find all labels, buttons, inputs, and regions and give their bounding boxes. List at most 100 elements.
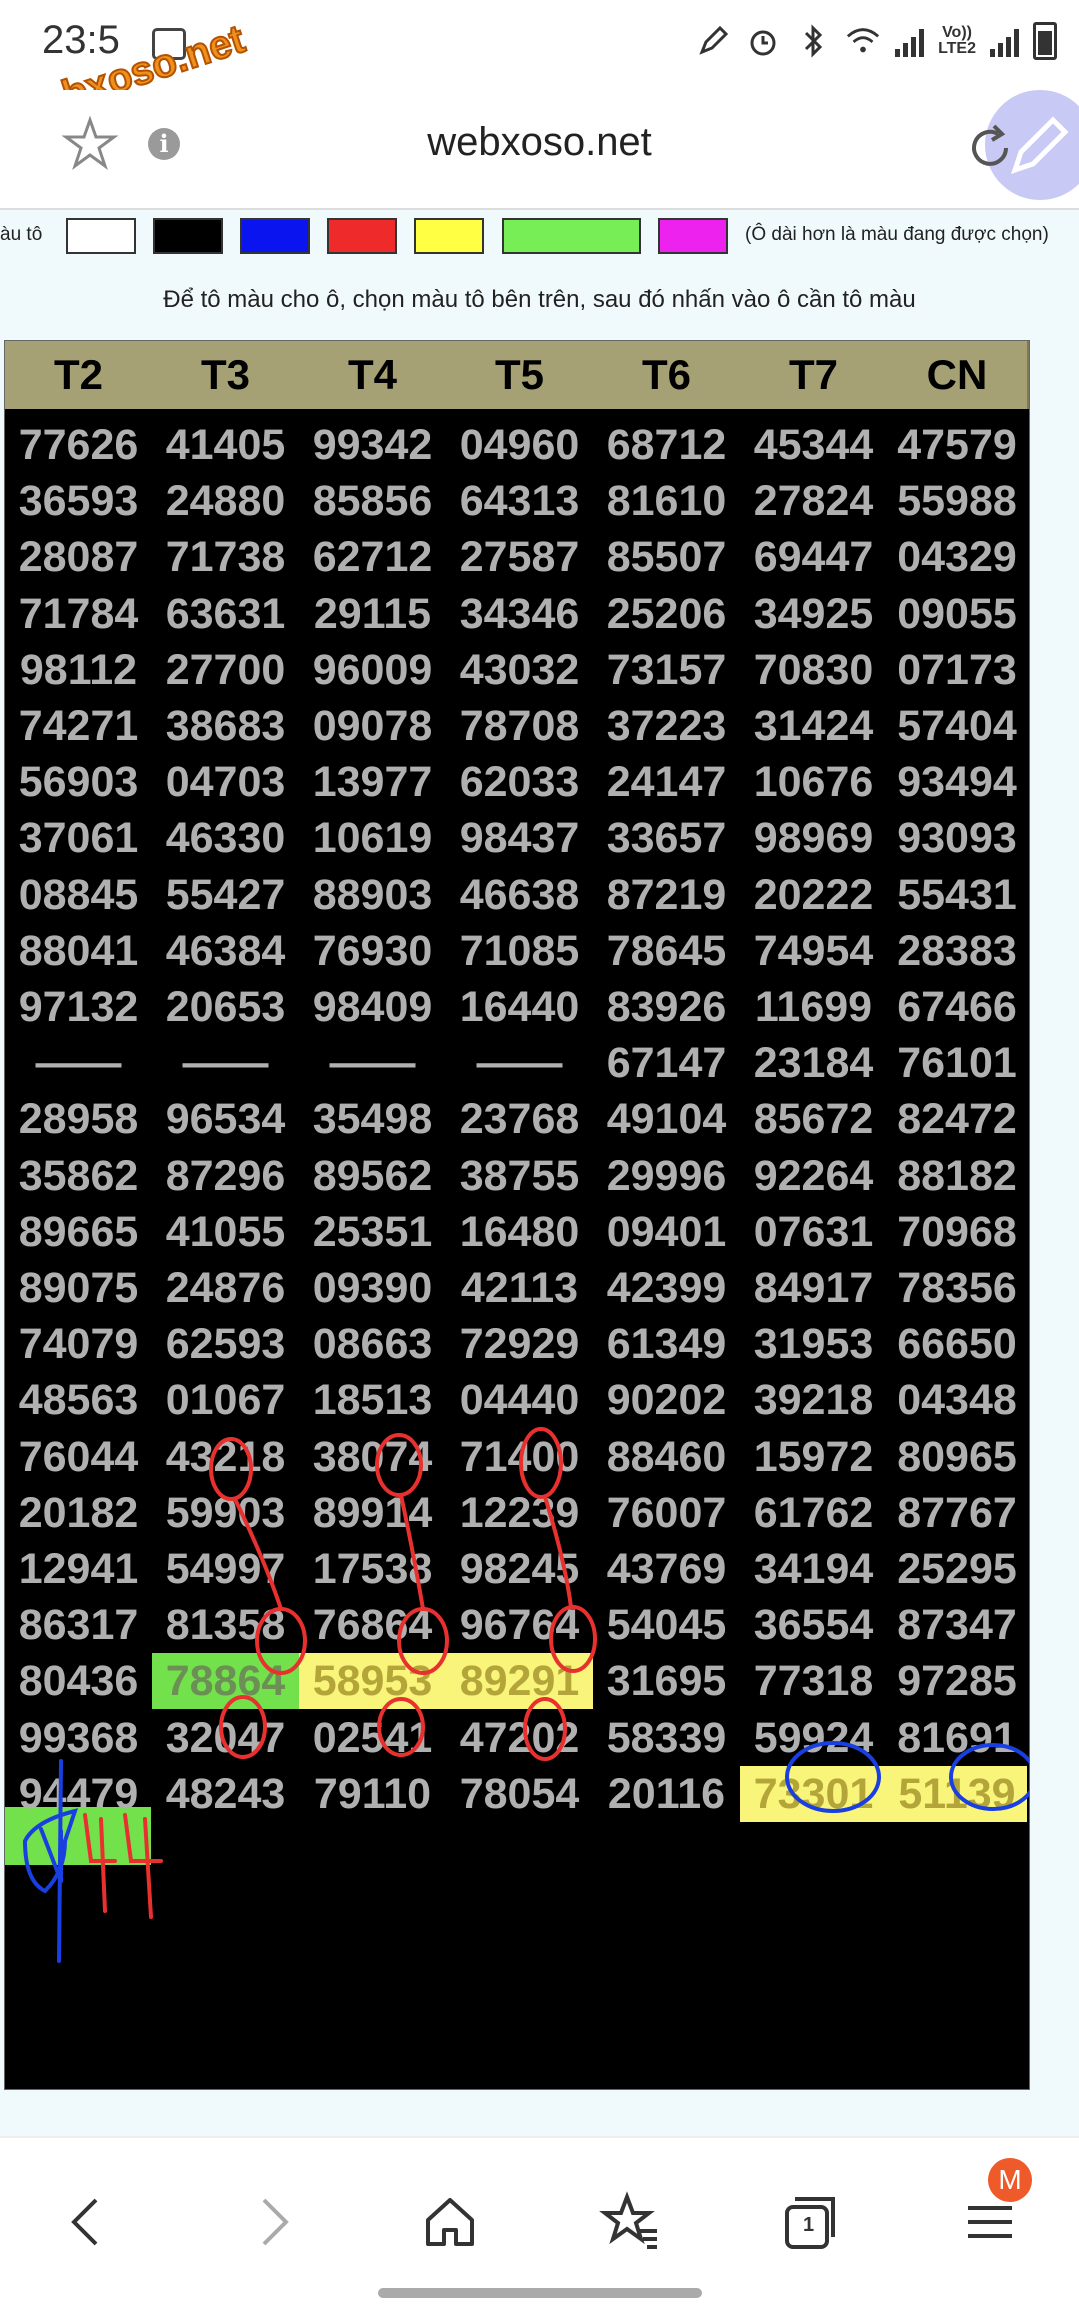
result-cell[interactable]: 74954 xyxy=(740,923,887,979)
result-cell[interactable]: 81691 xyxy=(887,1710,1027,1766)
result-cell[interactable]: 87219 xyxy=(593,867,740,923)
result-cell[interactable]: 59924 xyxy=(740,1710,887,1766)
result-cell[interactable]: 78645 xyxy=(593,923,740,979)
result-cell[interactable]: —— xyxy=(152,1035,299,1091)
result-cell[interactable]: 47202 xyxy=(446,1710,593,1766)
result-cell[interactable]: 39218 xyxy=(740,1372,887,1428)
result-cell[interactable]: 16440 xyxy=(446,979,593,1035)
result-cell[interactable]: 85507 xyxy=(593,529,740,585)
result-cell[interactable]: 99342 xyxy=(299,417,446,473)
home-indicator[interactable] xyxy=(378,2288,702,2298)
result-cell[interactable]: 89291 xyxy=(446,1653,593,1710)
result-cell[interactable]: 04329 xyxy=(887,529,1027,585)
result-cell[interactable]: 98969 xyxy=(740,810,887,866)
result-cell[interactable]: 10676 xyxy=(740,754,887,810)
bookmarks-button[interactable] xyxy=(590,2182,670,2262)
result-cell[interactable]: 10619 xyxy=(299,810,446,866)
result-cell[interactable]: 13977 xyxy=(299,754,446,810)
result-cell[interactable]: 31424 xyxy=(740,698,887,754)
result-cell[interactable]: 90202 xyxy=(593,1372,740,1428)
result-cell[interactable]: 83926 xyxy=(593,979,740,1035)
result-cell[interactable]: 46384 xyxy=(152,923,299,979)
result-cell[interactable]: 58953 xyxy=(299,1653,446,1710)
result-cell[interactable]: 74271 xyxy=(5,698,152,754)
result-cell[interactable]: 78708 xyxy=(446,698,593,754)
back-button[interactable] xyxy=(48,2182,128,2262)
result-cell[interactable]: 46638 xyxy=(446,867,593,923)
result-cell[interactable]: 78054 xyxy=(446,1766,593,1822)
result-cell[interactable]: 31953 xyxy=(740,1316,887,1372)
result-cell[interactable]: 80965 xyxy=(887,1429,1027,1485)
result-cell[interactable]: 34346 xyxy=(446,586,593,642)
swatch-red[interactable] xyxy=(327,218,397,254)
result-cell[interactable]: 93494 xyxy=(887,754,1027,810)
result-cell[interactable]: 25351 xyxy=(299,1204,446,1260)
result-cell[interactable]: —— xyxy=(446,1035,593,1091)
result-cell[interactable]: 48243 xyxy=(152,1766,299,1822)
result-cell[interactable]: 56903 xyxy=(5,754,152,810)
result-cell[interactable]: 04440 xyxy=(446,1372,593,1428)
result-cell[interactable]: 96764 xyxy=(446,1597,593,1653)
swatch-green-selected[interactable] xyxy=(502,218,641,254)
forward-button[interactable] xyxy=(232,2182,312,2262)
result-cell[interactable]: 74079 xyxy=(5,1316,152,1372)
result-cell[interactable]: 38755 xyxy=(446,1148,593,1204)
result-cell[interactable]: 92264 xyxy=(740,1148,887,1204)
result-cell[interactable]: 89665 xyxy=(5,1204,152,1260)
result-cell[interactable]: 11699 xyxy=(740,979,887,1035)
result-cell[interactable]: 54045 xyxy=(593,1597,740,1653)
result-cell[interactable]: 98112 xyxy=(5,642,152,698)
result-cell[interactable]: 94479 xyxy=(5,1766,152,1822)
swatch-yellow[interactable] xyxy=(414,218,484,254)
result-cell[interactable]: 88041 xyxy=(5,923,152,979)
result-cell[interactable]: 89075 xyxy=(5,1260,152,1316)
result-cell[interactable]: 55427 xyxy=(152,867,299,923)
result-cell[interactable]: 62033 xyxy=(446,754,593,810)
result-cell[interactable]: 98409 xyxy=(299,979,446,1035)
result-cell[interactable]: 64313 xyxy=(446,473,593,529)
result-cell[interactable]: 93093 xyxy=(887,810,1027,866)
result-cell[interactable]: 76007 xyxy=(593,1485,740,1541)
result-cell[interactable]: 36554 xyxy=(740,1597,887,1653)
result-cell[interactable]: 66650 xyxy=(887,1316,1027,1372)
result-cell[interactable]: 42113 xyxy=(446,1260,593,1316)
result-cell[interactable]: 73301 xyxy=(740,1765,887,1822)
result-cell[interactable]: 32047 xyxy=(152,1710,299,1766)
result-cell[interactable]: 28383 xyxy=(887,923,1027,979)
result-cell[interactable]: 20116 xyxy=(593,1766,740,1822)
result-cell[interactable]: 71738 xyxy=(152,529,299,585)
result-cell[interactable]: 61762 xyxy=(740,1485,887,1541)
result-cell[interactable]: —— xyxy=(5,1035,152,1091)
result-cell[interactable]: 41055 xyxy=(152,1204,299,1260)
result-cell[interactable]: 72929 xyxy=(446,1316,593,1372)
result-cell[interactable]: 63631 xyxy=(152,586,299,642)
result-cell[interactable]: 18513 xyxy=(299,1372,446,1428)
result-cell[interactable]: 85672 xyxy=(740,1091,887,1147)
swatch-black[interactable] xyxy=(153,218,223,254)
result-cell[interactable]: 77318 xyxy=(740,1653,887,1709)
result-cell[interactable]: 25295 xyxy=(887,1541,1027,1597)
result-cell[interactable]: 62593 xyxy=(152,1316,299,1372)
result-cell[interactable]: 16480 xyxy=(446,1204,593,1260)
result-cell[interactable]: 97132 xyxy=(5,979,152,1035)
result-cell[interactable]: 38074 xyxy=(299,1429,446,1485)
page-url-title[interactable]: webxoso.net xyxy=(0,120,1079,165)
result-cell[interactable]: 82472 xyxy=(887,1091,1027,1147)
result-cell[interactable]: —— xyxy=(299,1035,446,1091)
result-cell[interactable]: 25206 xyxy=(593,586,740,642)
result-cell[interactable]: 54997 xyxy=(152,1541,299,1597)
result-cell[interactable]: 12239 xyxy=(446,1485,593,1541)
result-cell[interactable]: 76864 xyxy=(299,1597,446,1653)
result-cell[interactable]: 20222 xyxy=(740,867,887,923)
result-cell[interactable]: 04960 xyxy=(446,417,593,473)
result-cell[interactable]: 33657 xyxy=(593,810,740,866)
result-cell[interactable]: 62712 xyxy=(299,529,446,585)
result-cell[interactable]: 84917 xyxy=(740,1260,887,1316)
result-cell[interactable]: 67147 xyxy=(593,1035,740,1091)
result-cell[interactable]: 43032 xyxy=(446,642,593,698)
tabs-button[interactable]: 1 xyxy=(770,2182,850,2262)
result-cell[interactable]: 88182 xyxy=(887,1148,1027,1204)
result-cell[interactable]: 49104 xyxy=(593,1091,740,1147)
result-cell[interactable]: 68712 xyxy=(593,417,740,473)
result-cell[interactable]: 76101 xyxy=(887,1035,1027,1091)
